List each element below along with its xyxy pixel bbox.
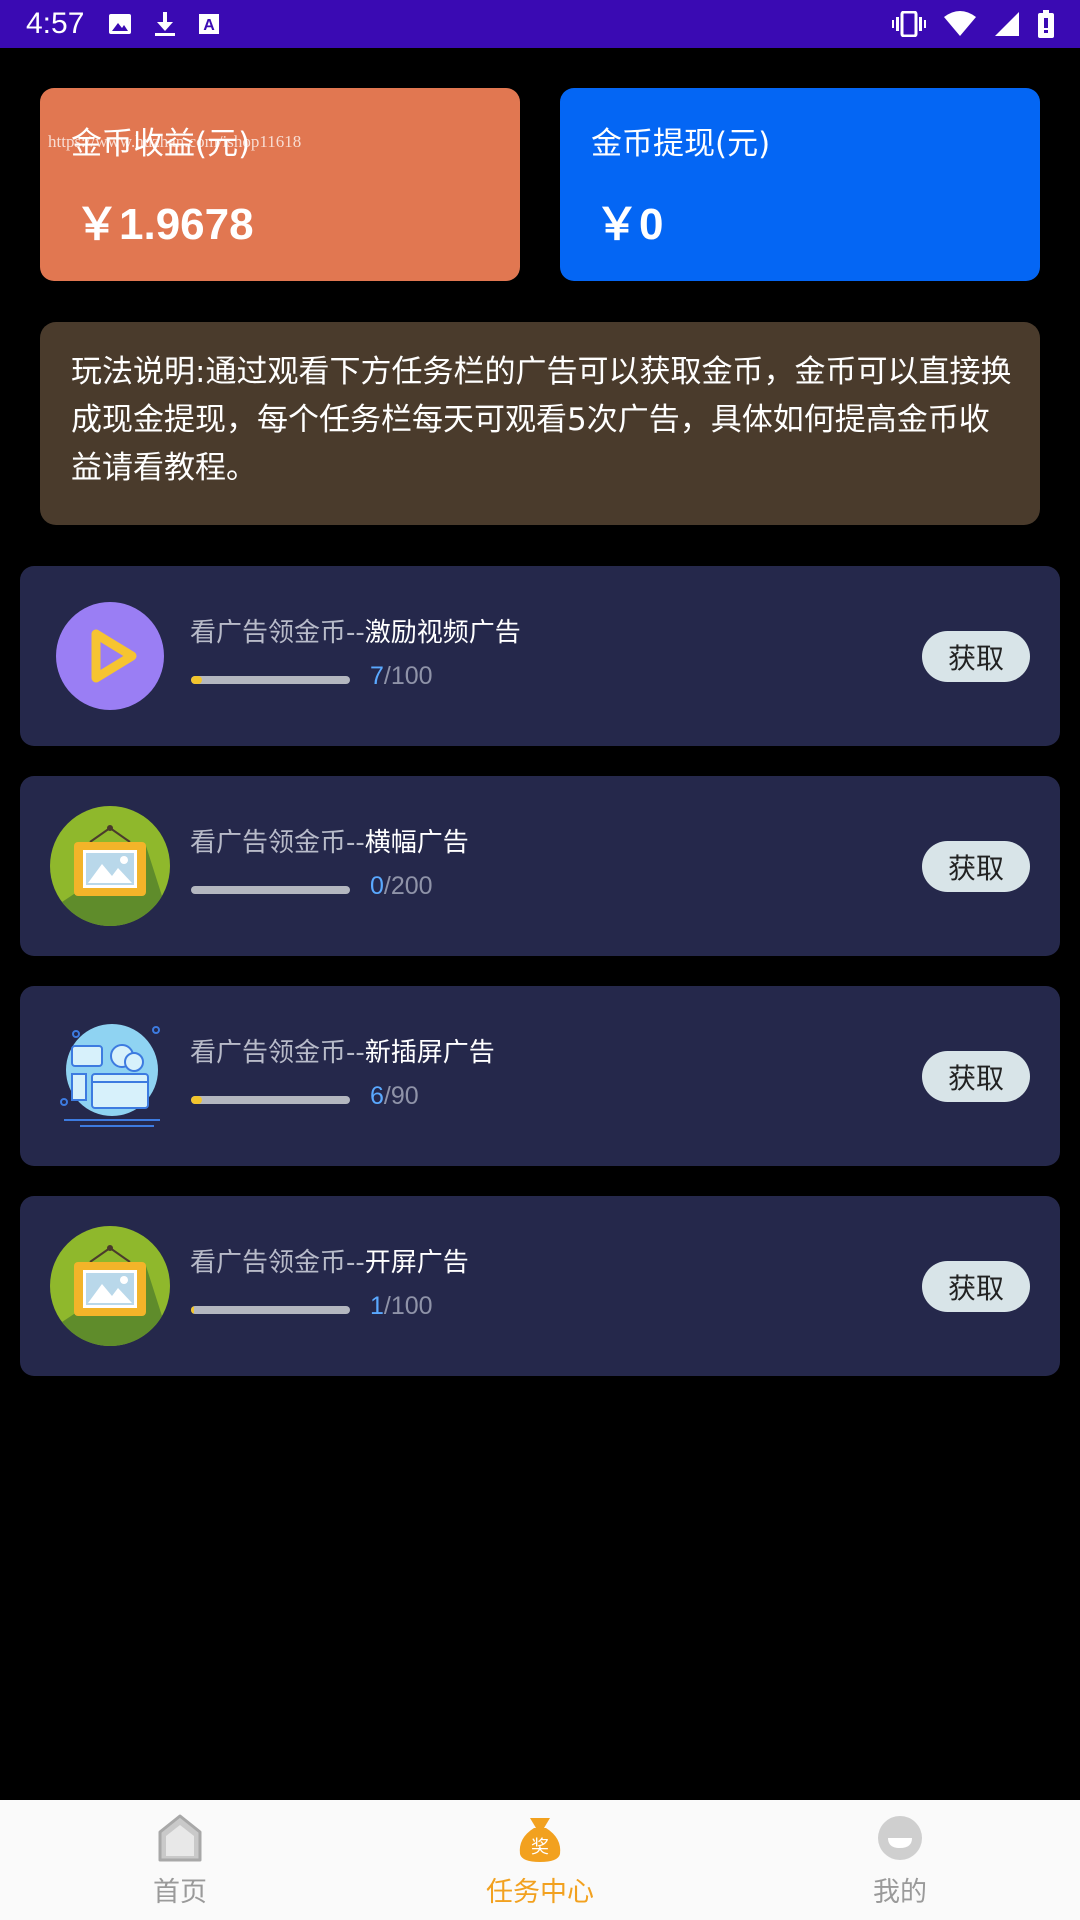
picture-frame-icon	[50, 806, 170, 926]
play-video-icon	[56, 602, 164, 710]
task-count-total: /100	[383, 662, 433, 690]
bottom-nav: 首页 奖 任务中心 我的	[0, 1800, 1080, 1920]
task-progress-bar	[191, 1096, 350, 1104]
task-count-total: /200	[383, 872, 433, 900]
wifi-icon	[944, 11, 976, 36]
download-icon	[155, 12, 176, 36]
signal-icon	[995, 12, 1019, 36]
task-progress-count: 1/100	[370, 1292, 433, 1321]
get-button[interactable]: 获取	[922, 631, 1030, 682]
vibrate-icon	[892, 11, 926, 37]
task-count-current: 7	[370, 662, 384, 690]
status-system-icons	[892, 0, 1054, 48]
image-icon	[109, 14, 132, 34]
svg-text:A: A	[204, 17, 216, 34]
task-card-rewarded-video: 看广告领金币--激励视频广告 7/100 获取	[20, 566, 1060, 746]
battery-icon	[1038, 10, 1054, 38]
get-button[interactable]: 获取	[922, 841, 1030, 892]
task-progress-bar	[191, 676, 350, 684]
withdraw-card[interactable]: 金币提现(元) ￥0	[560, 88, 1040, 281]
task-progress-fill	[191, 1306, 195, 1314]
withdraw-amount: ￥0	[595, 200, 664, 249]
earnings-amount: ￥1.9678	[75, 200, 254, 249]
task-count-current: 1	[370, 1292, 384, 1320]
status-time: 4:57	[26, 7, 85, 40]
get-button[interactable]: 获取	[922, 1051, 1030, 1102]
task-count-total: /100	[383, 1292, 433, 1320]
task-title-prefix: 看广告领金币--	[190, 618, 365, 648]
nav-item-home[interactable]: 首页	[0, 1800, 360, 1920]
task-title: 看广告领金币--横幅广告	[190, 822, 469, 859]
task-title-prefix: 看广告领金币--	[190, 1248, 365, 1278]
withdraw-label: 金币提现(元)	[591, 126, 771, 162]
text-a-icon: A	[199, 14, 220, 34]
nav-item-profile[interactable]: 我的	[720, 1800, 1080, 1920]
interstitial-screen-icon	[60, 1024, 160, 1127]
task-title: 看广告领金币--新插屏广告	[190, 1032, 495, 1069]
profile-icon	[878, 1816, 922, 1860]
task-title-prefix: 看广告领金币--	[190, 1038, 365, 1068]
task-card-banner: 看广告领金币--横幅广告 0/200 获取	[20, 776, 1060, 956]
task-progress-count: 0/200	[370, 872, 433, 901]
status-notification-icons: A	[108, 11, 220, 37]
watermark-text: https://www.huzhan.com/ishop11618	[48, 132, 302, 151]
svg-text:奖: 奖	[531, 1837, 549, 1858]
task-count-current: 0	[370, 872, 384, 900]
nav-label: 首页	[153, 1877, 207, 1908]
home-icon	[158, 1814, 202, 1862]
task-progress-fill	[191, 1096, 202, 1104]
task-count-current: 6	[370, 1082, 384, 1110]
task-title: 看广告领金币--开屏广告	[190, 1242, 469, 1279]
task-title-prefix: 看广告领金币--	[190, 828, 365, 858]
task-title-name: 新插屏广告	[364, 1038, 495, 1068]
task-card-interstitial: 看广告领金币--新插屏广告 6/90 获取	[20, 986, 1060, 1166]
nav-label: 任务中心	[486, 1877, 594, 1908]
task-card-splash: 看广告领金币--开屏广告 1/100 获取	[20, 1196, 1060, 1376]
task-progress-fill	[191, 676, 203, 684]
reward-bag-icon: 奖	[519, 1818, 561, 1862]
nav-item-task-center[interactable]: 奖 任务中心	[360, 1800, 720, 1920]
task-progress-count: 7/100	[370, 662, 433, 691]
status-bar: 4:57 A	[0, 0, 1080, 48]
task-progress-bar	[191, 1306, 350, 1314]
task-title-name: 横幅广告	[364, 828, 469, 858]
earnings-card: 金币收益(元) https://www.huzhan.com/ishop1161…	[40, 88, 520, 281]
task-progress-bar	[191, 886, 350, 894]
task-progress-count: 6/90	[370, 1082, 419, 1111]
instructions-panel: 玩法说明:通过观看下方任务栏的广告可以获取金币，金币可以直接换成现金提现，每个任…	[40, 322, 1040, 525]
get-button[interactable]: 获取	[922, 1261, 1030, 1312]
task-title-name: 激励视频广告	[364, 618, 521, 648]
task-title-name: 开屏广告	[364, 1248, 469, 1278]
instructions-text: 玩法说明:通过观看下方任务栏的广告可以获取金币，金币可以直接换成现金提现，每个任…	[71, 354, 1012, 486]
task-count-total: /90	[383, 1082, 419, 1110]
picture-frame-icon	[50, 1226, 170, 1346]
nav-label: 我的	[873, 1877, 927, 1908]
task-title: 看广告领金币--激励视频广告	[190, 612, 521, 649]
